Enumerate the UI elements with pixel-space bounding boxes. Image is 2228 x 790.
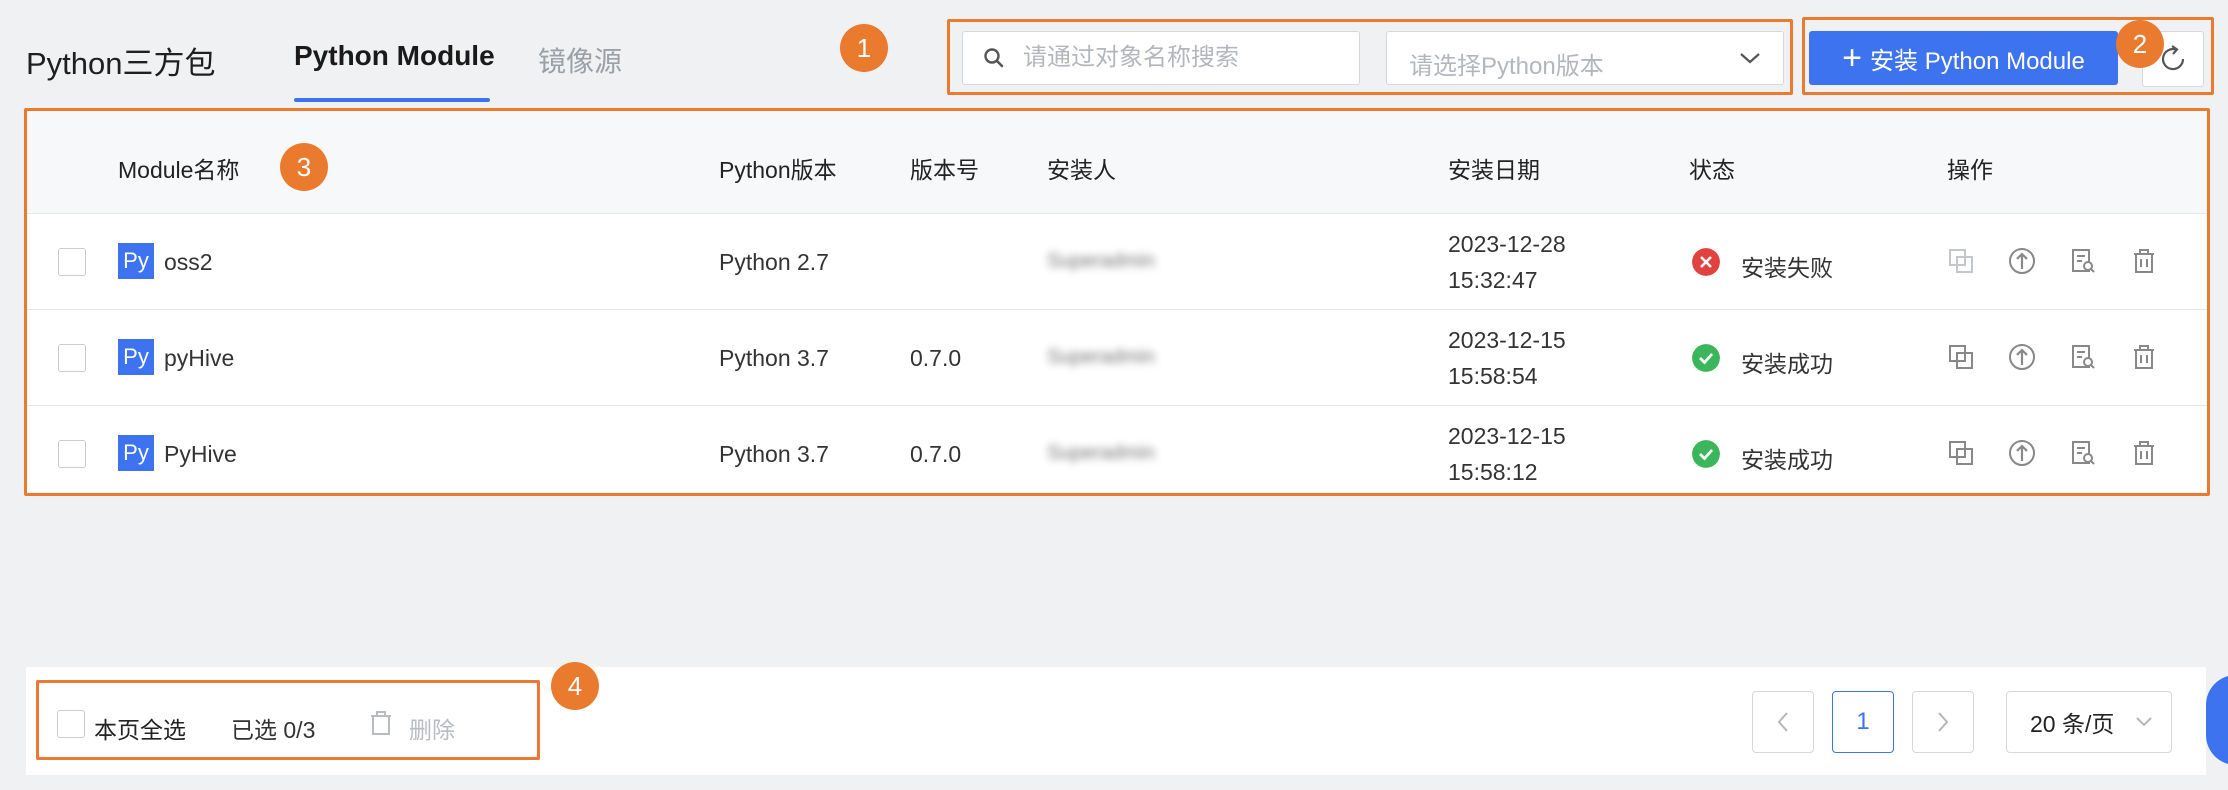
page-size-value: 20 条/页 [2030,711,2115,737]
chevron-right-icon [1938,712,1949,732]
column-header-actions: 操作 [1947,157,1993,183]
plus-icon: + [1842,39,1863,77]
row-checkbox[interactable] [58,248,86,276]
trash-icon[interactable] [2130,439,2158,467]
row-actions [1947,247,2158,275]
table-row: Py pyHive Python 3.7 0.7.0 Superadmin 20… [27,310,2207,406]
table-footer: 本页全选 已选 0/3 删除 1 20 条/页 [26,667,2206,775]
installer-name: Superadmin [1047,250,1155,272]
page-size-select[interactable]: 20 条/页 [2006,691,2172,753]
copy-icon[interactable] [1947,439,1975,467]
install-button-label: 安装 Python Module [1870,47,2085,75]
table-header: Module名称 Python版本 版本号 安装人 安装日期 状态 操作 [27,111,2207,214]
column-header-installer: 安装人 [1047,157,1116,183]
upload-icon[interactable] [2008,247,2036,275]
page-number-current[interactable]: 1 [1832,691,1894,753]
success-icon [1692,344,1720,372]
copy-icon[interactable] [1947,343,1975,371]
installer-name: Superadmin [1047,346,1155,368]
help-float-button[interactable] [2206,675,2228,765]
upload-icon[interactable] [2008,439,2036,467]
selected-count: 已选 0/3 [231,717,316,743]
success-icon [1692,440,1720,468]
install-date: 2023-12-28 [1448,231,1566,257]
column-header-install-date: 安装日期 [1448,157,1540,183]
delete-button[interactable]: 删除 [409,711,455,745]
install-time: 15:58:54 [1448,363,1538,389]
module-version: 0.7.0 [910,345,962,371]
tab-mirror-source[interactable]: 镜像源 [538,40,622,80]
module-name: oss2 [164,249,213,275]
trash-icon[interactable] [2130,247,2158,275]
chevron-left-icon [1777,712,1788,732]
row-checkbox[interactable] [58,440,86,468]
status-text: 安装失败 [1741,255,1833,281]
module-table: Module名称 Python版本 版本号 安装人 安装日期 状态 操作 Py … [27,111,2207,492]
python-version-select[interactable]: 请选择Python版本 [1386,31,1784,85]
module-version: 0.7.0 [910,441,962,467]
table-row: Py PyHive Python 3.7 0.7.0 Superadmin 20… [27,406,2207,502]
chevron-down-icon [2136,717,2152,727]
annotation-badge-4: 4 [551,662,599,710]
annotation-badge-1: 1 [840,24,888,72]
trash-icon[interactable] [2130,343,2158,371]
copy-icon[interactable] [1947,247,1975,275]
view-log-icon[interactable] [2069,247,2097,275]
view-log-icon[interactable] [2069,439,2097,467]
column-header-version: 版本号 [910,157,979,183]
active-tab-indicator [294,98,490,102]
column-header-python-version: Python版本 [719,157,837,183]
page-title: Python三方包 [26,46,216,81]
chevron-down-icon [1740,53,1760,64]
page-header: Python三方包 Python Module 镜像源 请选择Python版本 … [0,0,2228,110]
install-time: 15:32:47 [1448,267,1538,293]
python-version: Python 3.7 [719,345,829,371]
select-all-checkbox[interactable] [57,710,85,738]
python-icon: Py [118,435,154,471]
column-header-status: 状态 [1689,157,1735,183]
search-box [962,31,1360,85]
next-page-button[interactable] [1912,691,1974,753]
annotation-badge-2: 2 [2116,20,2164,68]
search-input[interactable] [1023,44,1343,72]
prev-page-button[interactable] [1752,691,1814,753]
row-actions [1947,343,2158,371]
status-text: 安装成功 [1741,447,1833,473]
tab-python-module[interactable]: Python Module [294,40,495,72]
row-checkbox[interactable] [58,344,86,372]
install-date: 2023-12-15 [1448,423,1566,449]
module-name: pyHive [164,345,235,371]
table-row: Py oss2 Python 2.7 Superadmin 2023-12-28… [27,214,2207,310]
python-icon: Py [118,339,154,375]
install-date: 2023-12-15 [1448,327,1566,353]
row-actions [1947,439,2158,467]
install-python-module-button[interactable]: + 安装 Python Module [1809,31,2118,85]
status-text: 安装成功 [1741,351,1833,377]
module-name: PyHive [164,441,237,467]
search-icon [984,48,1004,68]
select-all-label[interactable]: 本页全选 [94,711,186,745]
python-version: Python 2.7 [719,249,829,275]
upload-icon[interactable] [2008,343,2036,371]
view-log-icon[interactable] [2069,343,2097,371]
python-icon: Py [118,243,154,279]
python-version: Python 3.7 [719,441,829,467]
annotation-badge-3: 3 [280,143,328,191]
error-icon [1692,248,1720,276]
column-header-module-name: Module名称 [118,157,240,183]
install-time: 15:58:12 [1448,459,1538,485]
installer-name: Superadmin [1047,442,1155,464]
trash-icon [371,711,391,735]
python-version-placeholder: 请选择Python版本 [1409,53,1604,80]
